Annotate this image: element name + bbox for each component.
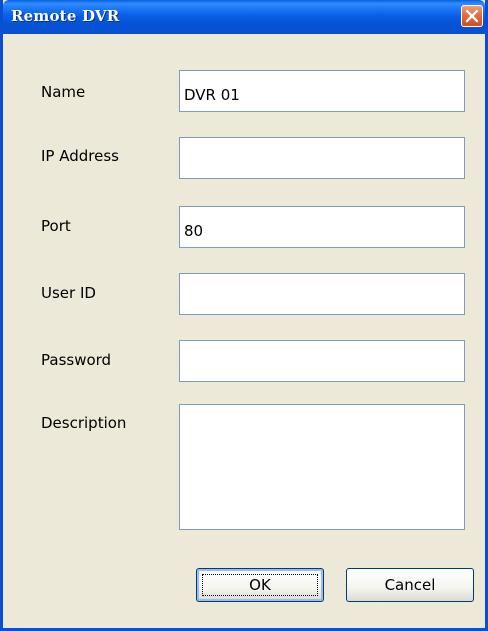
description-field[interactable]	[179, 404, 465, 530]
user-id-field[interactable]	[179, 273, 465, 315]
title-bar[interactable]: Remote DVR	[3, 0, 485, 34]
name-field[interactable]	[179, 70, 465, 112]
window-title: Remote DVR	[11, 7, 120, 25]
user-id-label: User ID	[41, 284, 96, 302]
name-label: Name	[41, 83, 86, 101]
cancel-button[interactable]: Cancel	[346, 568, 474, 602]
password-label: Password	[41, 351, 112, 369]
port-field[interactable]	[179, 206, 465, 248]
cancel-button-label: Cancel	[384, 576, 436, 594]
port-label: Port	[41, 217, 71, 235]
ip-address-label: IP Address	[41, 147, 119, 165]
password-field[interactable]	[179, 340, 465, 382]
ip-address-field[interactable]	[179, 137, 465, 179]
focus-rectangle	[202, 574, 318, 596]
close-icon	[465, 9, 479, 23]
ok-button[interactable]: OK	[196, 568, 324, 602]
description-label: Description	[41, 414, 127, 432]
remote-dvr-dialog: Remote DVR Name IP Address Port User ID …	[0, 0, 488, 631]
close-button[interactable]	[461, 5, 483, 27]
